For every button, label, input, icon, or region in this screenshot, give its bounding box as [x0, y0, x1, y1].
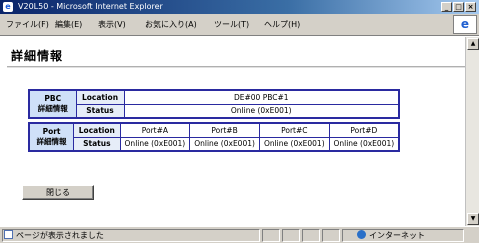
ie-throbber-icon: e: [453, 15, 477, 34]
menu-bar: ファイル(F) 編集(E) 表示(V) お気に入り(A) ツール(T) ヘルプ(…: [0, 14, 479, 36]
status-message-text: ページが表示されました: [16, 231, 104, 240]
pbc-info-table: PBC 詳細情報 Location DE#00 PBC#1 Status Onl…: [28, 89, 400, 119]
status-panel-1: [262, 229, 280, 242]
status-panel-4: [322, 229, 340, 242]
pbc-status-label: Status: [75, 103, 125, 119]
minimize-button[interactable]: _: [441, 2, 452, 12]
pbc-header-label: PBC: [44, 94, 62, 103]
menu-favorites[interactable]: お気に入り(A): [145, 20, 197, 30]
vertical-scrollbar[interactable]: ▲ ▼: [465, 37, 479, 226]
port-b-location: Port#B: [189, 122, 260, 138]
ie-logo-icon: e: [3, 2, 13, 12]
divider: [7, 66, 465, 68]
menu-file[interactable]: ファイル(F): [6, 20, 49, 30]
pbc-status-value: Online (0xE001): [123, 103, 400, 119]
scroll-up-icon[interactable]: ▲: [467, 38, 479, 50]
window-controls: _ □ ×: [441, 2, 476, 12]
port-header-label: Port: [42, 127, 61, 136]
pbc-header: PBC 詳細情報: [28, 89, 77, 119]
pbc-header-sub: 詳細情報: [37, 104, 68, 113]
menu-view[interactable]: 表示(V): [98, 20, 126, 30]
maximize-button[interactable]: □: [453, 2, 464, 12]
title-bar: e V20L50 - Microsoft Internet Explorer _…: [0, 0, 479, 14]
pbc-location-label: Location: [75, 89, 125, 105]
port-c-status: Online (0xE001): [258, 136, 330, 152]
menu-help[interactable]: ヘルプ(H): [264, 20, 300, 30]
port-d-location: Port#D: [328, 122, 400, 138]
port-status-label: Status: [73, 136, 121, 152]
close-button[interactable]: 閉じる: [22, 185, 94, 200]
pbc-location-value: DE#00 PBC#1: [123, 89, 400, 105]
scroll-down-icon[interactable]: ▼: [467, 213, 479, 225]
page-icon: [4, 230, 13, 239]
page-title: 詳細情報: [11, 49, 64, 63]
port-a-location: Port#A: [119, 122, 191, 138]
port-header: Port 詳細情報: [28, 122, 75, 152]
status-bar: ページが表示されました インターネット: [0, 226, 479, 243]
menu-tools[interactable]: ツール(T): [214, 20, 249, 30]
port-a-status: Online (0xE001): [119, 136, 191, 152]
status-panel-3: [302, 229, 320, 242]
zone-indicator: インターネット: [357, 230, 425, 241]
globe-icon: [357, 230, 366, 239]
port-d-status: Online (0xE001): [328, 136, 400, 152]
port-c-location: Port#C: [258, 122, 330, 138]
port-info-table: Port 詳細情報 Location Port#A Port#B Port#C …: [28, 122, 400, 152]
close-window-button[interactable]: ×: [465, 2, 476, 12]
status-message: ページが表示されました: [4, 230, 104, 241]
port-b-status: Online (0xE001): [189, 136, 260, 152]
menu-edit[interactable]: 編集(E): [55, 20, 82, 30]
port-header-sub: 詳細情報: [36, 137, 67, 146]
port-location-label: Location: [73, 122, 121, 138]
page-content: 詳細情報 PBC 詳細情報 Location DE#00 PBC#1 Statu…: [0, 37, 479, 226]
window-title: V20L50 - Microsoft Internet Explorer: [18, 2, 163, 11]
zone-text: インターネット: [369, 231, 425, 240]
status-panel-2: [282, 229, 300, 242]
